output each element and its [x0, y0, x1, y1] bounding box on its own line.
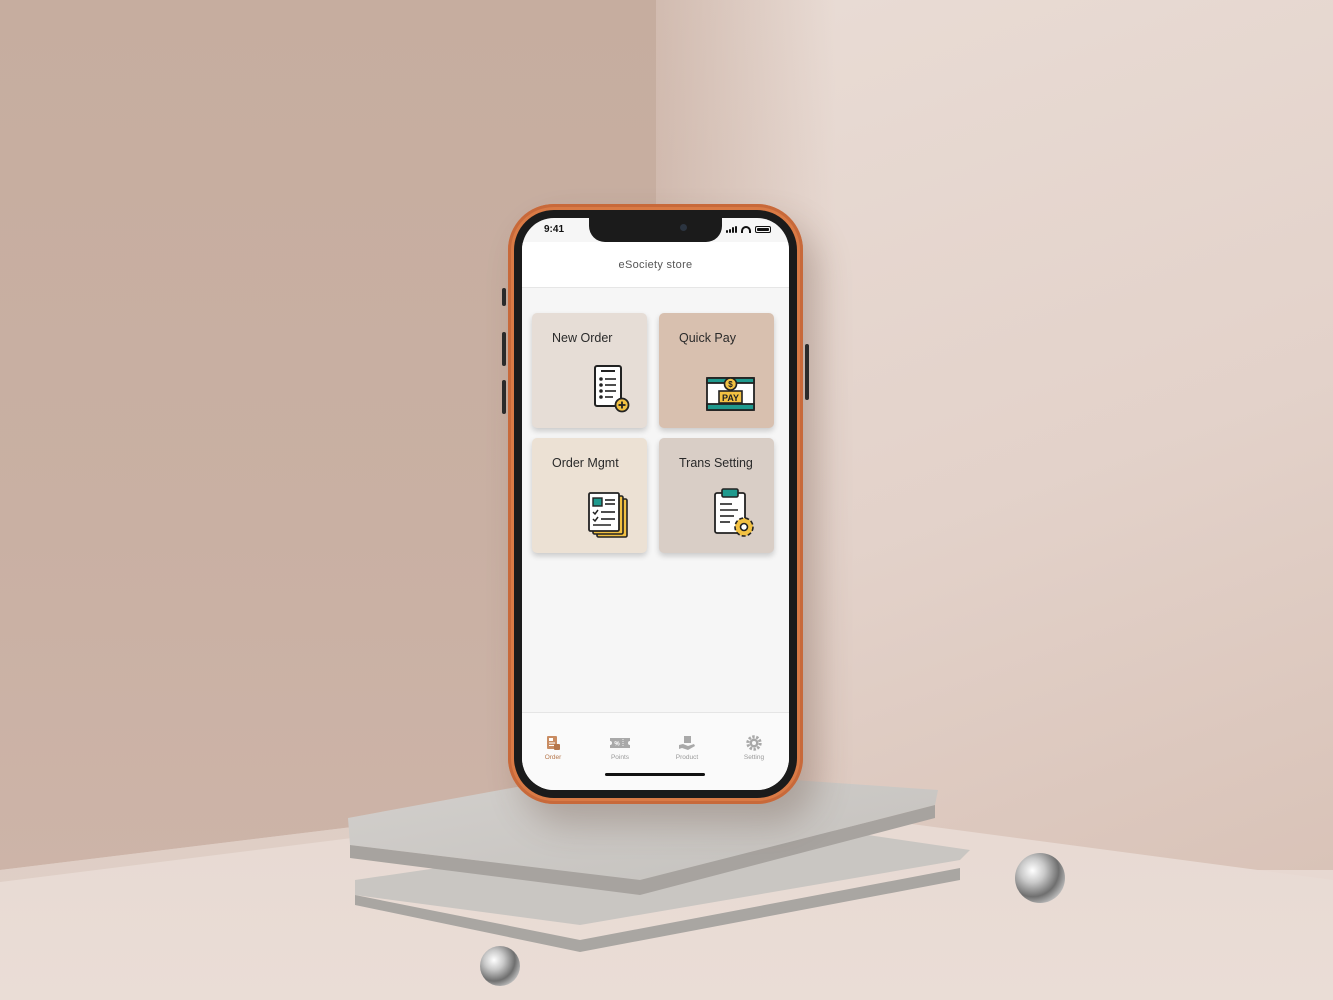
bottom-tab-bar: Order % Points Product Setting [522, 712, 789, 790]
hand-box-icon [679, 736, 695, 750]
tab-label: Product [675, 754, 699, 761]
battery-icon [755, 226, 771, 233]
order-icon [547, 736, 560, 750]
stacked-documents-icon [588, 492, 628, 538]
mute-switch [502, 288, 506, 306]
tile-label: Trans Setting [679, 456, 753, 470]
notch [589, 218, 722, 242]
status-time: 9:41 [544, 224, 565, 235]
phone-mockup: 9:41 eSociety store New Order Quick Pay … [502, 204, 809, 804]
app-screen: 9:41 eSociety store New Order Quick Pay … [522, 218, 789, 790]
ticket-icon: % [610, 738, 630, 748]
tab-label: Order [544, 754, 562, 761]
tile-label: Order Mgmt [552, 456, 619, 470]
power-button [805, 344, 809, 400]
tab-points[interactable]: % Points [593, 735, 647, 761]
wifi-icon [741, 226, 751, 233]
volume-down-button [502, 380, 506, 414]
trans-setting-tile[interactable]: Trans Setting [659, 438, 774, 553]
camera-icon [680, 224, 687, 231]
action-grid: New Order Quick Pay PAY $ Order Mgmt Tra… [532, 313, 776, 553]
tab-label: Setting [743, 754, 765, 761]
chrome-ball-left [480, 946, 520, 986]
svg-text:%: % [614, 742, 620, 748]
tab-product[interactable]: Product [660, 735, 714, 761]
volume-up-button [502, 332, 506, 366]
tab-label: Points [610, 754, 630, 761]
new-order-tile[interactable]: New Order [532, 313, 647, 428]
status-icons [726, 226, 771, 233]
gear-icon [746, 735, 762, 751]
quick-pay-tile[interactable]: Quick Pay PAY $ [659, 313, 774, 428]
app-header: eSociety store [522, 242, 789, 288]
order-mgmt-tile[interactable]: Order Mgmt [532, 438, 647, 553]
signal-icon [726, 226, 737, 233]
tab-setting[interactable]: Setting [727, 735, 781, 761]
pay-screen-coin-icon: PAY $ [706, 377, 755, 411]
clipboard-gear-icon [714, 488, 754, 537]
page-title: eSociety store [618, 258, 693, 271]
tab-order[interactable]: Order [526, 735, 580, 761]
coin-text: $ [728, 380, 733, 389]
pay-text: PAY [722, 393, 739, 403]
order-list-plus-icon [594, 365, 630, 413]
home-indicator [605, 773, 705, 776]
tile-label: Quick Pay [679, 331, 736, 345]
tile-label: New Order [552, 331, 613, 345]
